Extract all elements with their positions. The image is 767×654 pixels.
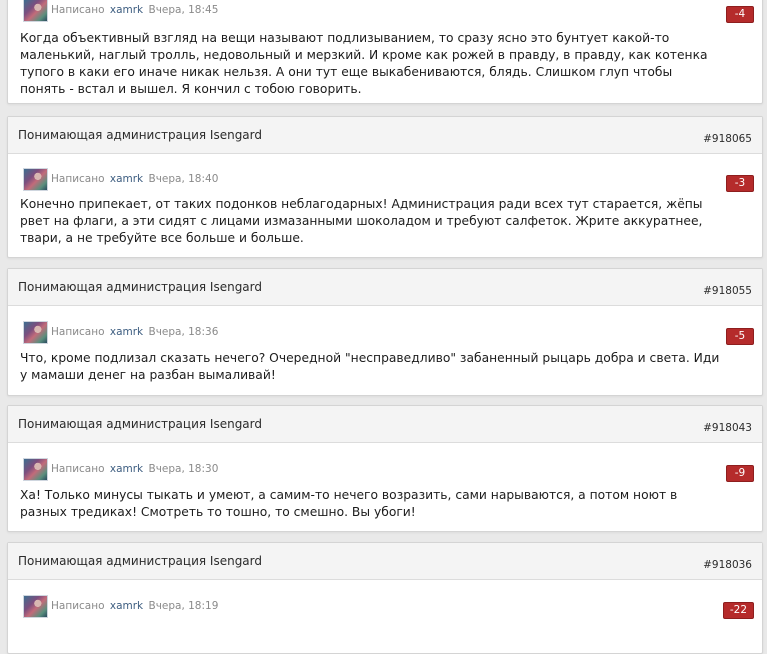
comment-card: Написано xamrk Вчера, 18:45 -4 Когда объ… (7, 0, 763, 104)
comment-card: Понимающая администрация Isengard #91806… (7, 116, 763, 258)
thread-title-link[interactable]: Понимающая администрация Isengard (18, 417, 262, 431)
author-link[interactable]: xamrk (110, 326, 143, 338)
post-id-link[interactable]: #918065 (703, 133, 752, 145)
vote-badge[interactable]: -5 (726, 328, 754, 345)
vote-badge[interactable]: -22 (722, 602, 754, 619)
author-link[interactable]: xamrk (110, 600, 143, 612)
vote-badge[interactable]: -4 (726, 6, 754, 23)
avatar[interactable] (23, 595, 48, 618)
avatar[interactable] (23, 458, 48, 481)
post-time: Вчера, 18:30 (148, 463, 219, 475)
author-link[interactable]: xamrk (110, 4, 143, 16)
card-header: Понимающая администрация Isengard #91804… (8, 406, 762, 443)
comment-card: Понимающая администрация Isengard #91805… (7, 268, 763, 396)
comment-text: Ха! Только минусы тыкать и умеют, а сами… (20, 488, 678, 519)
thread-title-link[interactable]: Понимающая администрация Isengard (18, 554, 262, 568)
avatar[interactable] (23, 321, 48, 344)
avatar[interactable] (23, 168, 48, 191)
comment-text: Конечно припекает, от таких подонков неб… (20, 197, 703, 245)
vote-badge[interactable]: -9 (726, 465, 754, 482)
thread-title-link[interactable]: Понимающая администрация Isengard (18, 128, 262, 142)
card-header: Понимающая администрация Isengard #91805… (8, 269, 762, 306)
posted-label: Написано (51, 600, 105, 612)
post-time: Вчера, 18:40 (148, 173, 219, 185)
card-header: Понимающая администрация Isengard #91803… (8, 543, 762, 580)
post-time: Вчера, 18:19 (148, 600, 219, 612)
author-link[interactable]: xamrk (110, 463, 143, 475)
posted-label: Написано (51, 463, 105, 475)
comment-text: Когда объективный взгляд на вещи называю… (20, 31, 708, 96)
posted-label: Написано (51, 326, 105, 338)
author-link[interactable]: xamrk (110, 173, 143, 185)
posted-label: Написано (51, 4, 105, 16)
vote-badge[interactable]: -3 (726, 175, 754, 192)
post-time: Вчера, 18:36 (148, 326, 219, 338)
thread-title-link[interactable]: Понимающая администрация Isengard (18, 280, 262, 294)
post-id-link[interactable]: #918043 (703, 422, 752, 434)
posted-label: Написано (51, 173, 105, 185)
card-header: Понимающая администрация Isengard #91806… (8, 117, 762, 154)
comment-text: Что, кроме подлизал сказать нечего? Очер… (20, 351, 720, 382)
comment-card: Понимающая администрация Isengard #91804… (7, 405, 763, 532)
post-time: Вчера, 18:45 (148, 4, 219, 16)
post-id-link[interactable]: #918036 (703, 559, 752, 571)
avatar[interactable] (23, 0, 48, 22)
post-id-link[interactable]: #918055 (703, 285, 752, 297)
comment-card: Понимающая администрация Isengard #91803… (7, 542, 763, 654)
